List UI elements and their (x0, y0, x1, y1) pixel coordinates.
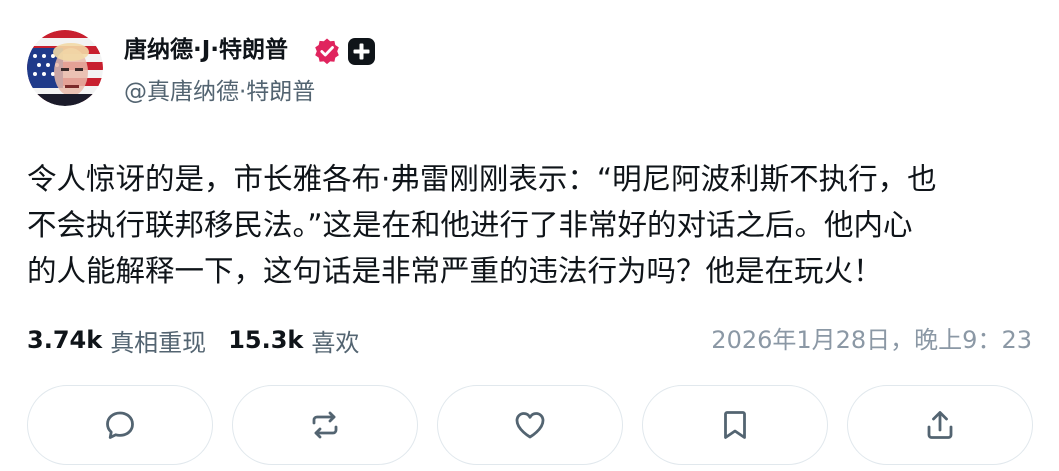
share-button[interactable] (847, 385, 1033, 465)
reply-icon (106, 411, 134, 439)
bookmark-button[interactable] (642, 385, 828, 465)
likes-count[interactable]: 15.3k (228, 326, 303, 354)
post-text-line: 的人能解释一下，这句话是非常严重的违法行为吗？他是在玩火！ (27, 254, 883, 288)
like-button[interactable] (437, 385, 623, 465)
post-text-line: 令人惊讶的是，市长雅各布·弗雷刚刚表示：“明尼阿波利斯不执行，也 (27, 162, 937, 196)
bookmark-icon (724, 411, 746, 439)
reply-button[interactable] (27, 385, 213, 465)
display-name[interactable]: 唐纳德·J·特朗普 (124, 34, 288, 66)
post-text: 令人惊讶的是，市长雅各布·弗雷刚刚表示：“明尼阿波利斯不执行，也 不会执行联邦移… (27, 156, 1032, 294)
subscribe-plus-icon[interactable] (348, 38, 375, 65)
share-icon (927, 411, 953, 439)
reposts-label[interactable]: 真相重现 (110, 323, 206, 358)
like-heart-icon (515, 412, 545, 439)
avatar[interactable] (27, 30, 103, 106)
engagement-stats: 3.74k 真相重现 15.3k 喜欢 (27, 322, 359, 358)
likes-label[interactable]: 喜欢 (311, 323, 359, 358)
post-timestamp: 2026年1月28日，晚上9：23 (711, 326, 1032, 354)
post-card: 唐纳德·J·特朗普 @真唐纳德·特朗普 令人惊讶的是，市长雅各布·弗雷刚刚表示：… (0, 0, 1059, 471)
reposts-count[interactable]: 3.74k (27, 326, 102, 354)
avatar-flag-portrait-icon (27, 30, 103, 106)
user-handle[interactable]: @真唐纳德·特朗普 (124, 76, 315, 108)
post-text-line: 不会执行联邦移民法。”这是在和他进行了非常好的对话之后。他内心 (27, 208, 913, 242)
repost-icon (312, 411, 338, 439)
repost-button[interactable] (232, 385, 418, 465)
verified-badge-icon (315, 38, 339, 65)
